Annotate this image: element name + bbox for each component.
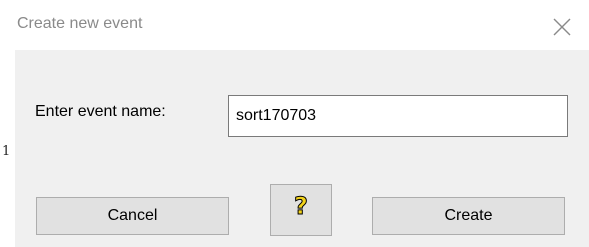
dialog-title: Create new event xyxy=(17,15,143,32)
create-event-dialog: Create new event 1 Enter event name: Can… xyxy=(0,0,589,247)
event-name-label: Enter event name: xyxy=(35,103,166,120)
title-bar: Create new event xyxy=(0,0,589,50)
background-text-fragment: 1 xyxy=(2,144,11,159)
help-button[interactable]: ? xyxy=(270,184,332,236)
event-name-input[interactable] xyxy=(228,95,568,137)
close-icon[interactable] xyxy=(550,15,574,39)
cancel-button[interactable]: Cancel xyxy=(36,197,229,235)
create-button[interactable]: Create xyxy=(372,197,565,235)
question-mark-icon: ? xyxy=(294,192,309,220)
close-icon-graphic xyxy=(553,18,571,36)
